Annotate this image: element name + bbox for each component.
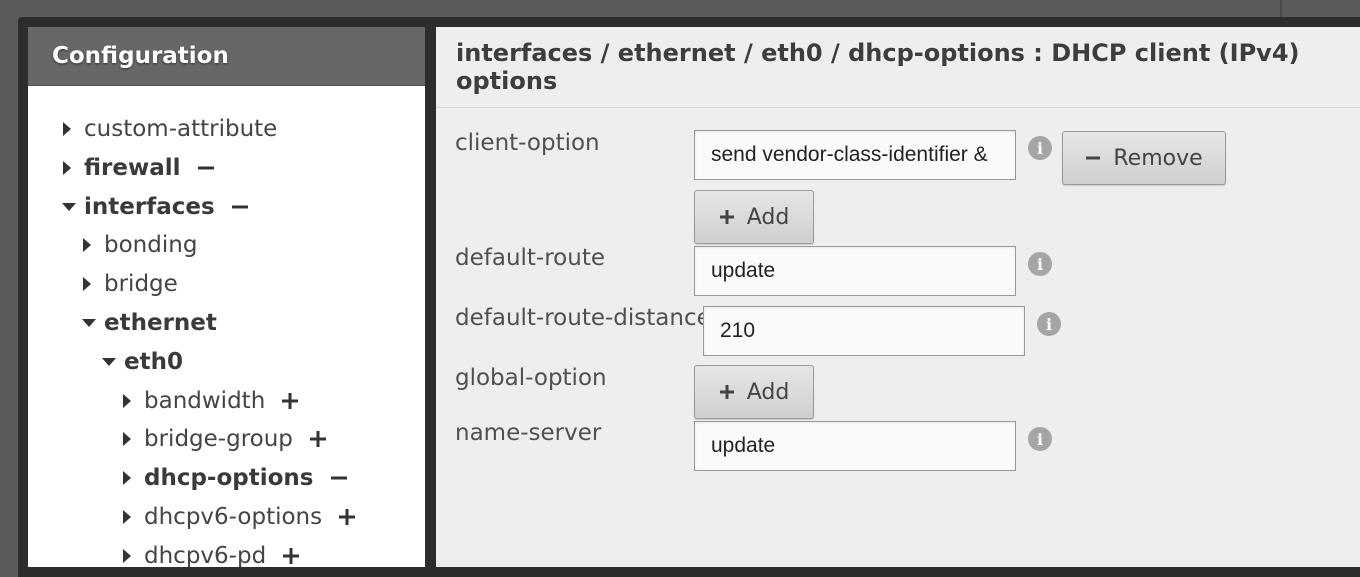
name-server-label: name-server xyxy=(455,420,602,446)
caret-right-icon[interactable] xyxy=(80,275,100,293)
tree-item-label: dhcpv6-pd xyxy=(144,542,267,567)
tree-item-label: bridge xyxy=(104,271,178,298)
caret-right-icon[interactable] xyxy=(120,392,140,410)
default-route-info-icon[interactable]: i xyxy=(1028,252,1052,276)
add-button-label: Add xyxy=(746,204,790,230)
remove-button-label: Remove xyxy=(1113,145,1203,171)
tree-item-firewall[interactable]: firewall xyxy=(60,150,215,186)
tree-item-label: bonding xyxy=(104,232,198,259)
tree-item-bandwidth[interactable]: bandwidth xyxy=(120,383,299,419)
minus-icon xyxy=(1085,150,1101,166)
tree-item-bonding[interactable]: bonding xyxy=(80,227,197,263)
tree-item-dhcp-options[interactable]: dhcp-options xyxy=(120,460,348,496)
client-option-info-icon[interactable]: i xyxy=(1028,136,1052,160)
client-option-input[interactable] xyxy=(694,130,1016,180)
global-option-label: global-option xyxy=(455,365,607,391)
name-server-info-icon[interactable]: i xyxy=(1028,427,1052,451)
tree-item-label: interfaces xyxy=(84,193,215,220)
caret-down-icon[interactable] xyxy=(60,200,80,214)
tree-item-label: bridge-group xyxy=(144,426,293,453)
minus-icon[interactable] xyxy=(197,159,215,177)
default-route-distance-input[interactable] xyxy=(703,306,1025,356)
default-route-distance-info-icon[interactable]: i xyxy=(1037,312,1061,336)
tree-item-dhcpv6-options[interactable]: dhcpv6-options xyxy=(120,499,356,535)
client-option-label: client-option xyxy=(455,130,600,156)
caret-right-icon[interactable] xyxy=(120,508,140,526)
page-title: interfaces / ethernet / eth0 / dhcp-opti… xyxy=(436,27,1360,108)
tree-item-interfaces[interactable]: interfaces xyxy=(60,189,249,225)
add-global-option-button[interactable]: Add xyxy=(694,365,814,419)
remove-client-option-button[interactable]: Remove xyxy=(1062,131,1226,185)
caret-right-icon[interactable] xyxy=(80,236,100,254)
caret-right-icon[interactable] xyxy=(120,547,140,565)
add-client-option-button[interactable]: Add xyxy=(694,190,814,244)
tree-item-eth0[interactable]: eth0 xyxy=(100,344,183,380)
tree-item-label: ethernet xyxy=(104,310,217,336)
minus-icon[interactable] xyxy=(330,469,348,487)
minus-icon[interactable] xyxy=(231,198,249,216)
configuration-sidebar: Configuration custom-attribute firewall in… xyxy=(28,27,425,567)
config-tree: custom-attribute firewall interfaces bondin… xyxy=(28,86,425,567)
name-server-input[interactable] xyxy=(694,421,1016,471)
tree-item-label: dhcpv6-options xyxy=(144,504,323,530)
tree-item-label: custom-attribute xyxy=(84,116,278,142)
caret-right-icon[interactable] xyxy=(60,159,80,177)
default-route-distance-label: default-route-distance xyxy=(455,305,711,331)
tree-item-ethernet[interactable]: ethernet xyxy=(80,305,217,341)
caret-right-icon[interactable] xyxy=(60,120,80,138)
plus-icon xyxy=(719,209,735,225)
tree-item-label: dhcp-options xyxy=(144,465,314,492)
tree-item-bridge-group[interactable]: bridge-group xyxy=(120,421,327,457)
plus-icon[interactable] xyxy=(282,547,300,565)
plus-icon[interactable] xyxy=(338,508,356,526)
caret-right-icon[interactable] xyxy=(120,469,140,487)
add-button-label: Add xyxy=(746,379,790,405)
caret-down-icon[interactable] xyxy=(80,316,100,330)
tree-item-custom-attribute[interactable]: custom-attribute xyxy=(60,111,277,147)
tree-item-label: bandwidth xyxy=(144,387,266,414)
tree-item-label: eth0 xyxy=(124,348,183,375)
plus-icon xyxy=(719,384,735,400)
plus-icon[interactable] xyxy=(309,430,327,448)
window-edge xyxy=(1280,0,1282,17)
tree-item-bridge[interactable]: bridge xyxy=(80,266,178,302)
main-panel: interfaces / ethernet / eth0 / dhcp-opti… xyxy=(436,27,1360,567)
tree-item-label: firewall xyxy=(84,154,181,181)
caret-down-icon[interactable] xyxy=(100,355,120,369)
sidebar-title: Configuration xyxy=(28,27,425,86)
default-route-label: default-route xyxy=(455,245,605,271)
default-route-input[interactable] xyxy=(694,246,1016,296)
plus-icon[interactable] xyxy=(281,392,299,410)
caret-right-icon[interactable] xyxy=(120,430,140,448)
